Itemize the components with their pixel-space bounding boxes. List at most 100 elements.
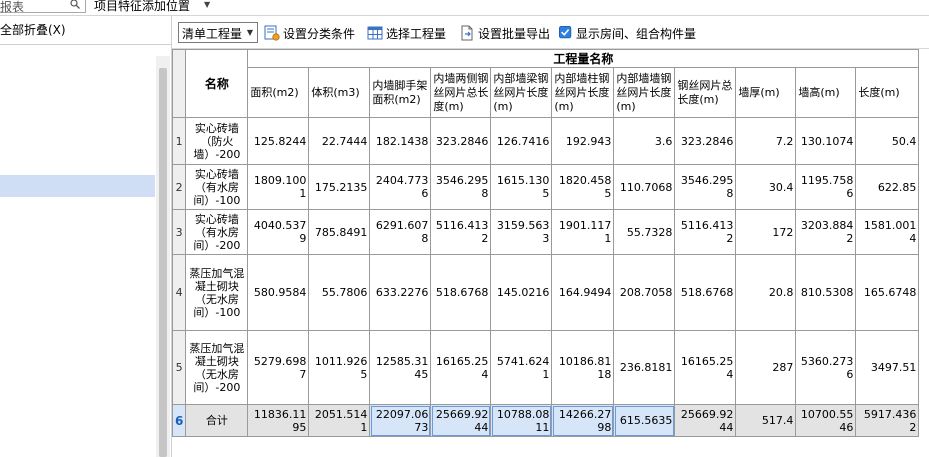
search-icon[interactable] xyxy=(70,0,80,9)
component-name-cell[interactable]: 实心砖墙（有水房间）-100 xyxy=(185,164,249,210)
row-number[interactable]: 2 xyxy=(171,164,187,210)
quantity-cell[interactable]: 182.1438 xyxy=(369,117,432,165)
quantity-cell[interactable]: 323.2846 xyxy=(430,117,492,165)
quantity-cell[interactable]: 633.2276 xyxy=(369,254,432,331)
column-header[interactable]: 长度(m) xyxy=(855,67,920,118)
column-header[interactable]: 面积(m2) xyxy=(247,67,310,118)
total-quantity-cell[interactable]: 5917.4362 xyxy=(855,404,920,437)
quantity-cell[interactable]: 5279.6987 xyxy=(247,330,310,405)
feature-position-combo[interactable]: 项目特征添加位置 xyxy=(94,0,190,14)
quantity-cell[interactable]: 175.2135 xyxy=(308,164,371,210)
row-number[interactable]: 4 xyxy=(171,254,187,331)
report-search-input[interactable]: 报表 xyxy=(0,0,86,14)
total-quantity-cell[interactable]: 22097.0673 xyxy=(369,404,432,437)
quantity-cell[interactable]: 5116.4132 xyxy=(674,209,737,255)
total-quantity-cell[interactable]: 11836.1195 xyxy=(247,404,310,437)
quantity-cell[interactable]: 126.7416 xyxy=(490,117,553,165)
quantity-cell[interactable]: 16165.254 xyxy=(674,330,737,405)
column-header[interactable]: 墙厚(m) xyxy=(735,67,797,118)
quantity-cell[interactable]: 323.2846 xyxy=(674,117,737,165)
row-number[interactable]: 5 xyxy=(171,330,187,405)
total-quantity-cell[interactable]: 25669.9244 xyxy=(674,404,737,437)
quantity-cell[interactable]: 3.6 xyxy=(613,117,676,165)
table-row[interactable]: 3 实心砖墙（有水房间）-200 4040.5379 785.8491 6291.607… xyxy=(171,209,920,255)
table-row[interactable]: 2 实心砖墙（有水房间）-100 1809.1001 175.2135 2404.773… xyxy=(171,164,920,210)
quantity-cell[interactable]: 1820.4585 xyxy=(551,164,615,210)
quantity-cell[interactable]: 5741.6241 xyxy=(490,330,553,405)
quantity-cell[interactable]: 3546.2958 xyxy=(674,164,737,210)
quantity-cell[interactable]: 10186.8118 xyxy=(551,330,615,405)
quantity-cell[interactable]: 208.7058 xyxy=(613,254,676,331)
column-header[interactable]: 内部墙墙钢丝网片长度(m) xyxy=(613,67,676,118)
total-quantity-cell[interactable]: 25669.9244 xyxy=(430,404,492,437)
quantity-cell[interactable]: 580.9584 xyxy=(247,254,310,331)
column-header[interactable]: 体积(m3) xyxy=(308,67,371,118)
quantity-cell[interactable]: 6291.6078 xyxy=(369,209,432,255)
component-name-cell[interactable]: 蒸压加气混凝土砌块（无水房间）-100 xyxy=(185,254,249,331)
quantity-cell[interactable]: 192.943 xyxy=(551,117,615,165)
row-number[interactable]: 3 xyxy=(171,209,187,255)
quantity-cell[interactable]: 1195.7586 xyxy=(795,164,857,210)
total-quantity-cell[interactable]: 615.5635 xyxy=(613,404,676,437)
quantity-cell[interactable]: 1615.1305 xyxy=(490,164,553,210)
total-quantity-cell[interactable]: 10700.5546 xyxy=(795,404,857,437)
column-header[interactable]: 墙高(m) xyxy=(795,67,857,118)
quantity-cell[interactable]: 287 xyxy=(735,330,797,405)
column-header[interactable]: 内墙脚手架面积(m2) xyxy=(369,67,432,118)
quantity-cell[interactable]: 518.6768 xyxy=(430,254,492,331)
total-row[interactable]: 6 合计 11836.1195 2051.5141 22097.0673 25669.92… xyxy=(171,404,920,437)
quantity-cell[interactable]: 12585.3145 xyxy=(369,330,432,405)
row-number[interactable]: 6 xyxy=(171,404,187,437)
column-header[interactable]: 内墙两侧钢丝网片总长度(m) xyxy=(430,67,492,118)
quantity-cell[interactable]: 110.7068 xyxy=(613,164,676,210)
quantity-cell[interactable]: 622.85 xyxy=(855,164,920,210)
left-scrollbar-thumb[interactable] xyxy=(159,68,167,457)
quantity-cell[interactable]: 5116.4132 xyxy=(430,209,492,255)
quantity-cell[interactable]: 3203.8842 xyxy=(795,209,857,255)
quantity-cell[interactable]: 1581.0014 xyxy=(855,209,920,255)
component-name-cell[interactable]: 蒸压加气混凝土砌块（无水房间）-200 xyxy=(185,330,249,405)
total-quantity-cell[interactable]: 517.4 xyxy=(735,404,797,437)
tree-selected-item[interactable] xyxy=(0,175,155,197)
show-room-checkbox-row[interactable]: 显示房间、组合构件量 xyxy=(559,25,696,41)
quantity-cell[interactable]: 172 xyxy=(735,209,797,255)
row-number[interactable]: 1 xyxy=(171,117,187,165)
quantity-cell[interactable]: 1011.9265 xyxy=(308,330,371,405)
batch-export-button[interactable]: 设置批量导出 xyxy=(459,25,550,41)
column-header[interactable]: 钢丝网片总长度(m) xyxy=(674,67,737,118)
quantity-cell[interactable]: 16165.254 xyxy=(430,330,492,405)
total-quantity-cell[interactable]: 10788.0811 xyxy=(490,404,553,437)
quantity-cell[interactable]: 22.7444 xyxy=(308,117,371,165)
component-name-cell[interactable]: 实心砖墙（防火墙）-200 xyxy=(185,117,249,165)
quantity-cell[interactable]: 3497.51 xyxy=(855,330,920,405)
quantity-cell[interactable]: 810.5308 xyxy=(795,254,857,331)
quantity-cell[interactable]: 1901.1171 xyxy=(551,209,615,255)
component-name-cell[interactable]: 实心砖墙（有水房间）-200 xyxy=(185,209,249,255)
choose-quantity-button[interactable]: 选择工程量 xyxy=(367,25,446,41)
quantity-cell[interactable]: 165.6748 xyxy=(855,254,920,331)
table-row[interactable]: 1 实心砖墙（防火墙）-200 125.8244 22.7444 182.1438 323… xyxy=(171,117,920,165)
quantity-cell[interactable]: 125.8244 xyxy=(247,117,310,165)
quantity-cell[interactable]: 145.0216 xyxy=(490,254,553,331)
quantity-cell[interactable]: 164.9494 xyxy=(551,254,615,331)
total-quantity-cell[interactable]: 2051.5141 xyxy=(308,404,371,437)
quantity-cell[interactable]: 5360.2736 xyxy=(795,330,857,405)
quantity-cell[interactable]: 785.8491 xyxy=(308,209,371,255)
table-row[interactable]: 4 蒸压加气混凝土砌块（无水房间）-100 580.9584 55.7806 633.2… xyxy=(171,254,920,331)
checkbox-checked-icon[interactable] xyxy=(559,26,573,40)
quantity-cell[interactable]: 50.4 xyxy=(855,117,920,165)
quantity-cell[interactable]: 20.8 xyxy=(735,254,797,331)
table-row[interactable]: 5 蒸压加气混凝土砌块（无水房间）-200 5279.6987 1011.9265 12… xyxy=(171,330,920,405)
quantity-cell[interactable]: 3546.2958 xyxy=(430,164,492,210)
quantity-cell[interactable]: 4040.5379 xyxy=(247,209,310,255)
quantity-cell[interactable]: 518.6768 xyxy=(674,254,737,331)
quantity-cell[interactable]: 3159.5633 xyxy=(490,209,553,255)
quantity-cell[interactable]: 236.8181 xyxy=(613,330,676,405)
quantity-cell[interactable]: 2404.7736 xyxy=(369,164,432,210)
column-header[interactable]: 内部墙梁钢丝网片长度(m) xyxy=(490,67,553,118)
total-label-cell[interactable]: 合计 xyxy=(185,404,249,437)
quantity-cell[interactable]: 55.7806 xyxy=(308,254,371,331)
quantity-type-select[interactable]: 清单工程量 ▼ xyxy=(178,22,258,43)
quantity-cell[interactable]: 30.4 xyxy=(735,164,797,210)
collapse-all-button[interactable]: 全部折叠(X) xyxy=(0,21,66,38)
